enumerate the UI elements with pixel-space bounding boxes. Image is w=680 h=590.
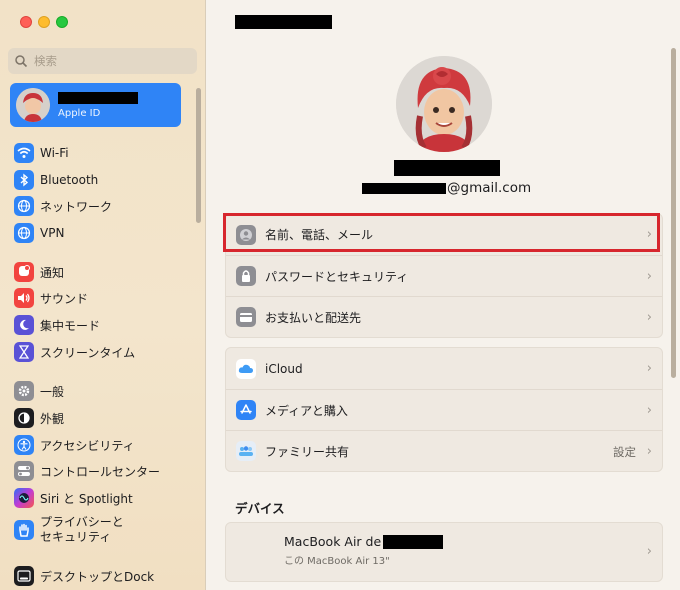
sidebar-item-control-center[interactable]: コントロールセンター: [14, 460, 160, 482]
row-icloud[interactable]: iCloud ›: [226, 348, 662, 389]
sidebar-item-label: プライバシーと セキュリティ: [40, 515, 124, 544]
sidebar-item-network[interactable]: ネットワーク: [14, 195, 112, 217]
row-label: メディアと購入: [265, 403, 348, 418]
moon-icon: [14, 315, 34, 335]
device-item[interactable]: MacBook Air de この MacBook Air 13" ›: [225, 522, 663, 582]
sidebar-item-label: 外観: [40, 411, 65, 426]
sidebar-item-notifications[interactable]: 通知: [14, 261, 64, 283]
search-input[interactable]: [34, 54, 184, 68]
email-domain: @gmail.com: [447, 180, 532, 196]
row-family-sharing[interactable]: ファミリー共有 設定 ›: [226, 430, 662, 471]
sidebar-scrollbar[interactable]: [196, 88, 201, 223]
sidebar-item-bluetooth[interactable]: Bluetooth: [14, 169, 98, 191]
row-payment-shipping[interactable]: お支払いと配送先 ›: [226, 296, 662, 337]
sidebar-item-label: デスクトップとDock: [40, 569, 155, 584]
redacted-device-name: [383, 534, 444, 549]
sidebar-item-label: スクリーンタイム: [40, 345, 136, 360]
search-icon: [15, 55, 28, 68]
appearance-icon: [14, 408, 34, 428]
sidebar-item-desktop-dock[interactable]: デスクトップとDock: [14, 565, 154, 587]
sidebar-item-label: 集中モード: [40, 318, 101, 333]
hourglass-icon: [14, 342, 34, 362]
accessibility-icon: [14, 435, 34, 455]
creditcard-icon: [236, 307, 256, 327]
redacted-page-title: [235, 15, 332, 29]
hand-icon: [14, 520, 34, 540]
vpn-globe-icon: [14, 223, 34, 243]
chevron-right-icon: ›: [646, 310, 652, 325]
chevron-right-icon: ›: [646, 544, 652, 559]
bluetooth-icon: [14, 170, 34, 190]
sidebar-item-screen-time[interactable]: スクリーンタイム: [14, 341, 135, 363]
wifi-icon: [14, 143, 34, 163]
sidebar-item-label: 一般: [40, 384, 65, 399]
bell-icon: [14, 262, 34, 282]
account-subtitle: Apple ID: [58, 107, 101, 119]
sidebar-item-general[interactable]: 一般: [14, 380, 64, 402]
appstore-icon: [236, 400, 256, 420]
row-label: ファミリー共有: [265, 444, 350, 459]
sidebar-item-siri-spotlight[interactable]: Siri と Spotlight: [14, 487, 133, 509]
apple-id-account-item[interactable]: Apple ID: [10, 83, 181, 127]
redacted-user-name: [394, 160, 500, 176]
highlight-box: [223, 213, 660, 252]
gear-icon: [14, 381, 34, 401]
search-field[interactable]: [8, 48, 197, 74]
sidebar-item-label: Wi-Fi: [40, 146, 69, 160]
sidebar-item-accessibility[interactable]: アクセシビリティ: [14, 434, 135, 456]
siri-icon: [14, 488, 34, 508]
main-scrollbar[interactable]: [671, 48, 676, 378]
sidebar-item-wifi[interactable]: Wi-Fi: [14, 142, 69, 164]
sidebar-item-vpn[interactable]: VPN: [14, 222, 64, 244]
row-label: iCloud: [265, 361, 303, 376]
sidebar-item-label: サウンド: [40, 291, 89, 306]
row-password-security[interactable]: パスワードとセキュリティ ›: [226, 255, 662, 296]
sidebar-item-sound[interactable]: サウンド: [14, 287, 88, 309]
sidebar-item-label: アクセシビリティ: [40, 438, 135, 453]
sidebar-item-label: コントロールセンター: [40, 464, 161, 479]
redacted-account-name: [58, 91, 138, 104]
sidebar-item-privacy-security[interactable]: プライバシーと セキュリティ: [14, 514, 160, 546]
cloud-icon: [236, 358, 256, 379]
window-controls: [20, 16, 68, 28]
avatar: [16, 88, 50, 122]
sidebar-item-label: 通知: [40, 265, 65, 280]
profile-avatar[interactable]: [396, 56, 492, 152]
account-email: @gmail.com: [362, 180, 531, 196]
chevron-right-icon: ›: [646, 361, 652, 376]
row-label: お支払いと配送先: [265, 310, 362, 325]
sidebar-item-appearance[interactable]: 外観: [14, 407, 64, 429]
sidebar-item-focus[interactable]: 集中モード: [14, 314, 100, 336]
sidebar-item-label: Siri と Spotlight: [40, 491, 133, 506]
chevron-right-icon: ›: [646, 403, 652, 418]
speaker-icon: [14, 288, 34, 308]
row-media-purchases[interactable]: メディアと購入 ›: [226, 389, 662, 430]
sidebar: Apple ID Wi-Fi Bluetooth ネットワーク VPN 通知 サ…: [0, 0, 206, 590]
minimize-window-button[interactable]: [38, 16, 50, 28]
globe-icon: [14, 196, 34, 216]
close-window-button[interactable]: [20, 16, 32, 28]
redacted-email-local: [362, 182, 446, 194]
chevron-right-icon: ›: [646, 444, 652, 459]
zoom-window-button[interactable]: [56, 16, 68, 28]
chevron-right-icon: ›: [646, 269, 652, 284]
row-value: 設定: [613, 445, 636, 459]
family-icon: [236, 441, 256, 461]
settings-window: Apple ID Wi-Fi Bluetooth ネットワーク VPN 通知 サ…: [0, 0, 680, 590]
sidebar-item-label: ネットワーク: [40, 199, 113, 214]
sidebar-item-label: VPN: [40, 226, 65, 240]
dock-icon: [14, 566, 34, 586]
device-title: MacBook Air de: [284, 534, 382, 549]
lock-icon: [236, 266, 256, 286]
device-subtitle: この MacBook Air 13": [284, 556, 390, 567]
main-pane: @gmail.com 名前、電話、メール › パスワードとセキュリティ › お支…: [206, 0, 680, 590]
services-group: iCloud › メディアと購入 › ファミリー共有 設定 ›: [225, 347, 663, 472]
toggles-icon: [14, 461, 34, 481]
sidebar-item-label: Bluetooth: [40, 173, 99, 187]
row-label: パスワードとセキュリティ: [265, 269, 409, 284]
devices-heading: デバイス: [235, 501, 285, 516]
